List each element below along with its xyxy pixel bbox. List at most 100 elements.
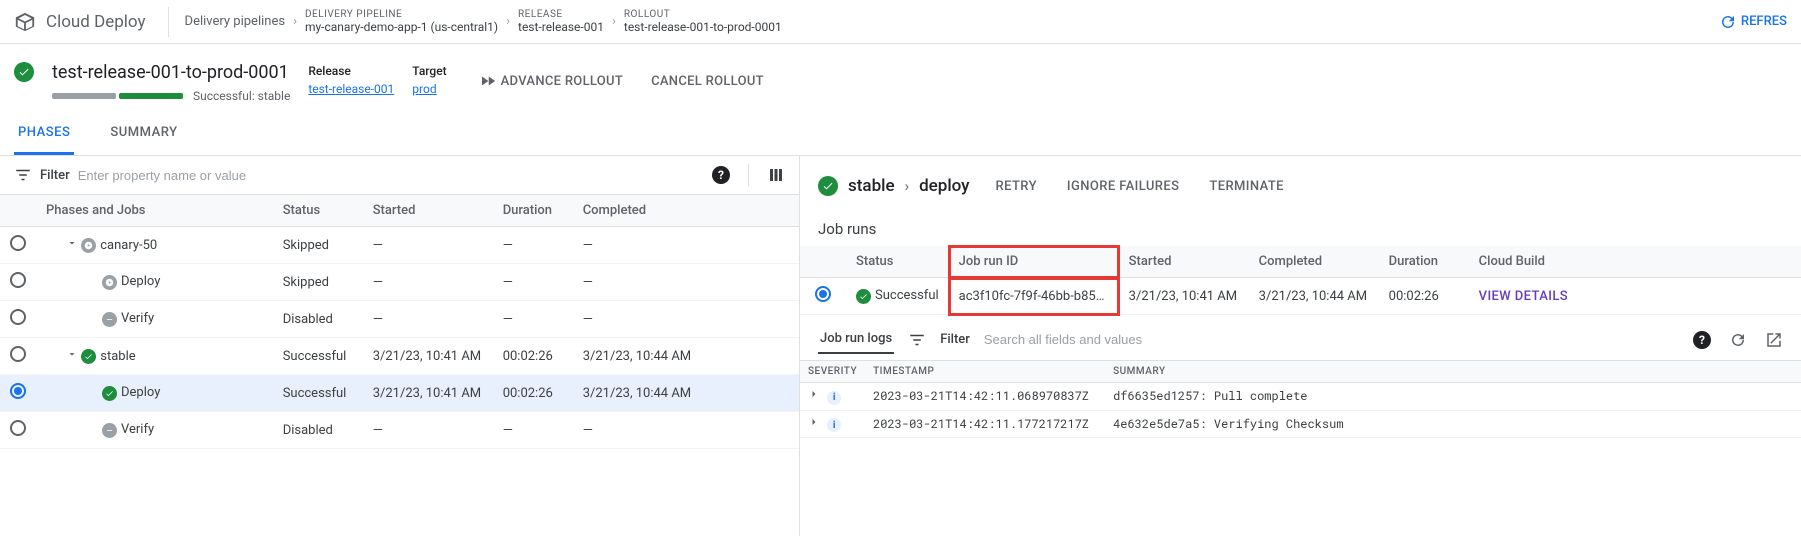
cancel-rollout-button[interactable]: CANCEL ROLLOUT <box>651 74 764 89</box>
row-radio[interactable] <box>10 383 26 399</box>
columns-icon[interactable] <box>767 166 785 184</box>
log-filter-label: Filter <box>940 332 970 347</box>
filter-label: Filter <box>40 168 70 183</box>
breadcrumb-pipelines[interactable]: Delivery pipelines <box>185 14 286 29</box>
row-radio[interactable] <box>10 235 26 251</box>
tab-phases[interactable]: PHASES <box>14 113 74 155</box>
info-icon: i <box>827 418 841 432</box>
job-runs-title: Job runs <box>800 210 1801 246</box>
rollout-title: test-release-001-to-prod-0001 <box>52 62 290 83</box>
success-icon <box>14 62 34 82</box>
lcol-severity: SEVERITY <box>800 361 865 383</box>
log-row[interactable]: i 2023-03-21T14:42:11.068970837Z df6635e… <box>800 383 1801 411</box>
chevron-right-icon[interactable] <box>808 416 820 428</box>
reload-icon[interactable] <box>1729 331 1747 349</box>
jcol-completed: Completed <box>1249 246 1379 278</box>
col-started: Started <box>363 195 493 227</box>
jobrun-id: ac3f10fc-7f9f-46bb-b85… <box>949 278 1119 315</box>
tab-job-run-logs[interactable]: Job run logs <box>818 325 894 354</box>
jcol-jobrunid: Job run ID <box>949 246 1119 278</box>
row-radio[interactable] <box>10 346 26 362</box>
help-icon[interactable]: ? <box>1693 331 1711 349</box>
ignore-failures-button[interactable]: IGNORE FAILURES <box>1067 179 1179 194</box>
success-icon <box>818 176 838 196</box>
row-radio[interactable] <box>10 272 26 288</box>
row-radio[interactable] <box>10 309 26 325</box>
target-label: Target <box>412 64 446 78</box>
log-search-input[interactable] <box>984 332 1679 347</box>
table-row[interactable]: canary-50 Skipped — — — <box>0 227 799 264</box>
check-icon <box>102 386 117 401</box>
lcol-summary: SUMMARY <box>1105 361 1801 383</box>
table-row[interactable]: stable Successful 3/21/23, 10:41 AM 00:0… <box>0 338 799 375</box>
divider <box>168 7 169 37</box>
retry-button[interactable]: RETRY <box>996 179 1037 194</box>
table-row[interactable]: Deploy Successful 3/21/23, 10:41 AM 00:0… <box>0 375 799 412</box>
refresh-button[interactable]: REFRES <box>1719 13 1787 31</box>
release-meta: Release test-release-001 <box>308 62 394 96</box>
tab-summary[interactable]: SUMMARY <box>106 113 181 155</box>
table-row[interactable]: Verify Disabled — — — <box>0 412 799 449</box>
terminate-button[interactable]: TERMINATE <box>1209 179 1284 194</box>
cancel-rollout-label: CANCEL ROLLOUT <box>651 74 764 89</box>
top-header: Cloud Deploy Delivery pipelines › DELIVE… <box>0 0 1801 44</box>
chevron-right-icon: › <box>293 14 297 29</box>
target-link[interactable]: prod <box>412 82 446 96</box>
check-icon <box>856 289 871 304</box>
progress-seg-skipped <box>52 93 116 99</box>
breadcrumb-rollout-label: ROLLOUT <box>624 9 782 20</box>
table-row[interactable]: Deploy Skipped — — — <box>0 264 799 301</box>
forward-icon <box>102 275 117 290</box>
col-duration: Duration <box>493 195 573 227</box>
col-status: Status <box>273 195 363 227</box>
progress-seg-success <box>119 93 183 99</box>
jcol-cloudbuild: Cloud Build <box>1469 246 1801 278</box>
info-icon: i <box>827 391 841 405</box>
breadcrumb-pipeline-label: DELIVERY PIPELINE <box>305 9 498 20</box>
breadcrumb-rollout-value: test-release-001-to-prod-0001 <box>624 20 782 34</box>
rollout-status-text: Successful: stable <box>193 89 290 103</box>
minus-icon <box>102 312 117 327</box>
caret-down-icon[interactable] <box>66 348 78 360</box>
jobrun-radio[interactable] <box>815 286 831 302</box>
help-icon[interactable]: ? <box>712 166 730 184</box>
chevron-right-icon: › <box>506 14 510 29</box>
filter-input[interactable] <box>78 168 704 183</box>
advance-rollout-button[interactable]: ADVANCE ROLLOUT <box>479 72 623 90</box>
chevron-right-icon[interactable] <box>808 388 820 400</box>
filter-icon <box>14 166 32 184</box>
row-radio[interactable] <box>10 420 26 436</box>
jobrun-row[interactable]: Successful ac3f10fc-7f9f-46bb-b85… 3/21/… <box>800 278 1801 315</box>
breadcrumb-release-value: test-release-001 <box>518 20 604 34</box>
jcol-started: Started <box>1119 246 1249 278</box>
filter-icon <box>908 331 926 349</box>
refresh-label: REFRES <box>1741 14 1787 29</box>
minus-icon <box>102 423 117 438</box>
breadcrumb-rollout[interactable]: ROLLOUT test-release-001-to-prod-0001 <box>624 9 782 34</box>
breadcrumb-release[interactable]: RELEASE test-release-001 <box>518 9 604 34</box>
detail-crumb-phase: stable <box>848 176 895 196</box>
rollout-header: test-release-001-to-prod-0001 Successful… <box>0 44 1801 113</box>
breadcrumb-pipeline[interactable]: DELIVERY PIPELINE my-canary-demo-app-1 (… <box>305 9 498 34</box>
phases-panel: Filter ? Phases and Jobs Status Started … <box>0 156 800 536</box>
chevron-right-icon: › <box>612 14 616 29</box>
jcol-status: Status <box>846 246 949 278</box>
divider <box>748 164 749 186</box>
detail-panel: stable › deploy RETRY IGNORE FAILURES TE… <box>800 156 1801 536</box>
release-label: Release <box>308 64 394 78</box>
table-row[interactable]: Verify Disabled — — — <box>0 301 799 338</box>
open-in-new-icon[interactable] <box>1765 331 1783 349</box>
breadcrumb-release-label: RELEASE <box>518 9 604 20</box>
view-details-link[interactable]: VIEW DETAILS <box>1479 289 1568 304</box>
cloud-deploy-logo-icon <box>14 11 36 33</box>
caret-down-icon[interactable] <box>66 237 78 249</box>
col-phases: Phases and Jobs <box>36 195 273 227</box>
chevron-right-icon: › <box>905 177 910 195</box>
release-link[interactable]: test-release-001 <box>308 82 394 96</box>
breadcrumb-pipeline-value: my-canary-demo-app-1 (us-central1) <box>305 20 498 34</box>
lcol-timestamp: TIMESTAMP <box>865 361 1105 383</box>
progress-bar <box>52 93 183 99</box>
forward-icon <box>81 238 96 253</box>
col-completed: Completed <box>573 195 799 227</box>
log-row[interactable]: i 2023-03-21T14:42:11.177217217Z 4e632e5… <box>800 410 1801 438</box>
